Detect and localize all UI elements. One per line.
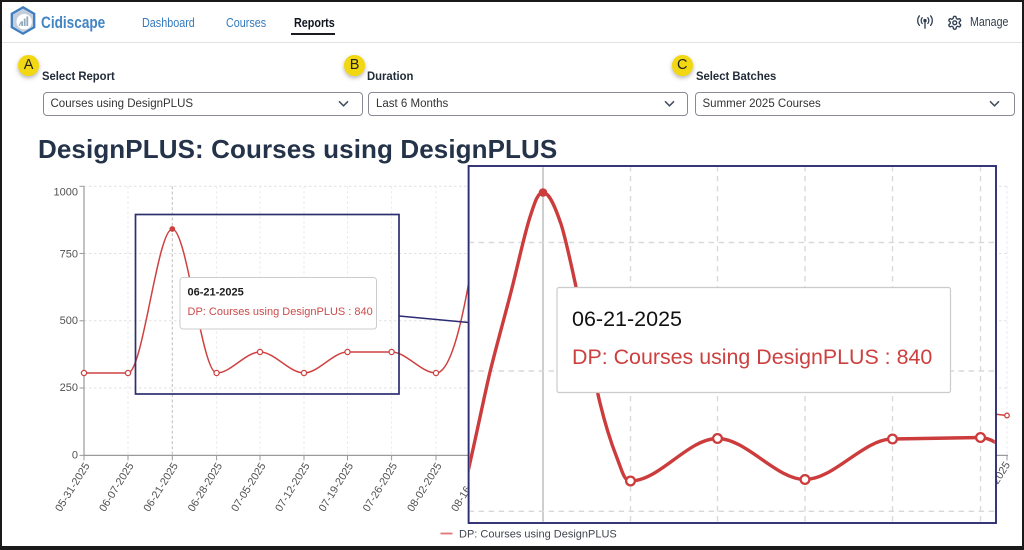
svg-text:07-05-2025: 07-05-2025: [229, 461, 268, 514]
svg-text:250: 250: [60, 382, 78, 394]
svg-text:DP: Courses using DesignPLUS: DP: Courses using DesignPLUS: [459, 529, 617, 541]
svg-text:06-07-2025: 06-07-2025: [97, 461, 136, 514]
svg-text:06-21-2025: 06-21-2025: [188, 286, 244, 298]
svg-text:07-26-2025: 07-26-2025: [361, 461, 400, 514]
svg-text:07-19-2025: 07-19-2025: [317, 461, 356, 514]
svg-text:07-12-2025: 07-12-2025: [273, 461, 312, 514]
svg-text:DP: Courses using DesignPLUS :: DP: Courses using DesignPLUS : 840: [572, 345, 932, 369]
svg-text:DP: Courses using DesignPLUS :: DP: Courses using DesignPLUS : 840: [188, 306, 373, 318]
svg-text:0: 0: [72, 450, 78, 462]
svg-text:750: 750: [60, 249, 78, 261]
svg-text:500: 500: [60, 315, 78, 327]
svg-text:06-21-2025: 06-21-2025: [141, 461, 180, 514]
svg-text:06-28-2025: 06-28-2025: [186, 461, 225, 514]
svg-text:1000: 1000: [54, 187, 78, 199]
svg-text:06-21-2025: 06-21-2025: [572, 307, 682, 331]
svg-text:05-31-2025: 05-31-2025: [53, 461, 92, 514]
svg-text:08-02-2025: 08-02-2025: [405, 461, 444, 514]
